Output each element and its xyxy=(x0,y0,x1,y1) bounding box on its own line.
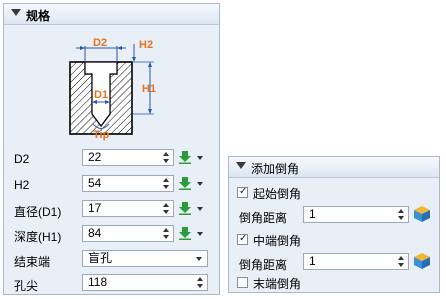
pick-arrow-icon[interactable] xyxy=(179,226,191,240)
cube-icon[interactable] xyxy=(412,251,432,271)
collapse-icon[interactable] xyxy=(11,9,21,16)
h2-input[interactable]: 54 xyxy=(82,175,174,192)
spin-arrows-icon[interactable] xyxy=(397,208,405,222)
pick-arrow-icon[interactable] xyxy=(179,150,191,164)
depth-input[interactable]: 84 xyxy=(82,225,174,242)
h2-label: H2 xyxy=(14,178,30,192)
spin-arrows-icon[interactable] xyxy=(162,177,170,191)
spec-panel: 规格 D2 H2 H1 D1 Tip D2 22 H2 54 直径(D1) 17… xyxy=(3,3,220,295)
pick-arrow-icon[interactable] xyxy=(179,201,191,215)
diameter-label: 直径(D1) xyxy=(14,205,62,219)
spin-arrows-icon[interactable] xyxy=(397,255,405,269)
dropdown-caret-icon[interactable] xyxy=(197,156,203,160)
start-chamfer-label: 起始倒角 xyxy=(253,187,302,201)
d2-label: D2 xyxy=(14,152,30,166)
d2-input[interactable]: 22 xyxy=(82,149,174,166)
end-chamfer-label: 末端倒角 xyxy=(253,277,302,291)
start-distance-label: 倒角距离 xyxy=(239,211,288,225)
start-chamfer-checkbox[interactable]: ✓ xyxy=(237,186,248,198)
mid-chamfer-label: 中端倒角 xyxy=(253,234,302,248)
hole-diagram: D2 H2 H1 D1 Tip xyxy=(69,37,156,141)
d2-dim-label: D2 xyxy=(93,37,107,49)
end-type-label: 结束端 xyxy=(14,255,51,269)
mid-chamfer-checkbox[interactable]: ✓ xyxy=(237,233,248,245)
end-type-select[interactable]: 盲孔 xyxy=(82,250,208,267)
spec-panel-header[interactable]: 规格 xyxy=(4,4,219,25)
collapse-icon[interactable] xyxy=(236,162,246,169)
d1-dim-label: D1 xyxy=(94,89,108,101)
tip-label: 孔尖 xyxy=(14,279,39,293)
chamfer-panel: 添加倒角 ✓ 起始倒角 倒角距离 1 ✓ 中端倒角 倒角距离 1 末端倒角 xyxy=(228,156,440,293)
chamfer-panel-title: 添加倒角 xyxy=(251,162,300,176)
depth-label: 深度(H1) xyxy=(14,230,62,244)
dropdown-caret-icon[interactable] xyxy=(197,232,203,236)
start-distance-input[interactable]: 1 xyxy=(303,206,409,223)
tip-dim-label: Tip xyxy=(93,129,110,141)
h1-dim-label: H1 xyxy=(142,83,156,95)
chamfer-panel-header[interactable]: 添加倒角 xyxy=(229,157,439,178)
pick-arrow-icon[interactable] xyxy=(179,176,191,190)
mid-distance-label: 倒角距离 xyxy=(239,258,288,272)
spec-panel-title: 规格 xyxy=(26,9,51,23)
spin-arrows-icon[interactable] xyxy=(162,151,170,165)
mid-distance-input[interactable]: 1 xyxy=(303,253,409,270)
spin-arrows-icon[interactable] xyxy=(162,227,170,241)
dropdown-caret-icon[interactable] xyxy=(197,182,203,186)
chevron-down-icon[interactable] xyxy=(196,257,202,261)
h2-dim-label: H2 xyxy=(139,39,153,51)
cube-icon[interactable] xyxy=(412,204,432,224)
diameter-input[interactable]: 17 xyxy=(82,200,174,217)
tip-input[interactable]: 118 xyxy=(82,274,208,291)
spin-arrows-icon[interactable] xyxy=(162,202,170,216)
end-chamfer-checkbox[interactable] xyxy=(237,277,248,288)
spin-arrows-icon[interactable] xyxy=(196,276,204,290)
dropdown-caret-icon[interactable] xyxy=(197,207,203,211)
